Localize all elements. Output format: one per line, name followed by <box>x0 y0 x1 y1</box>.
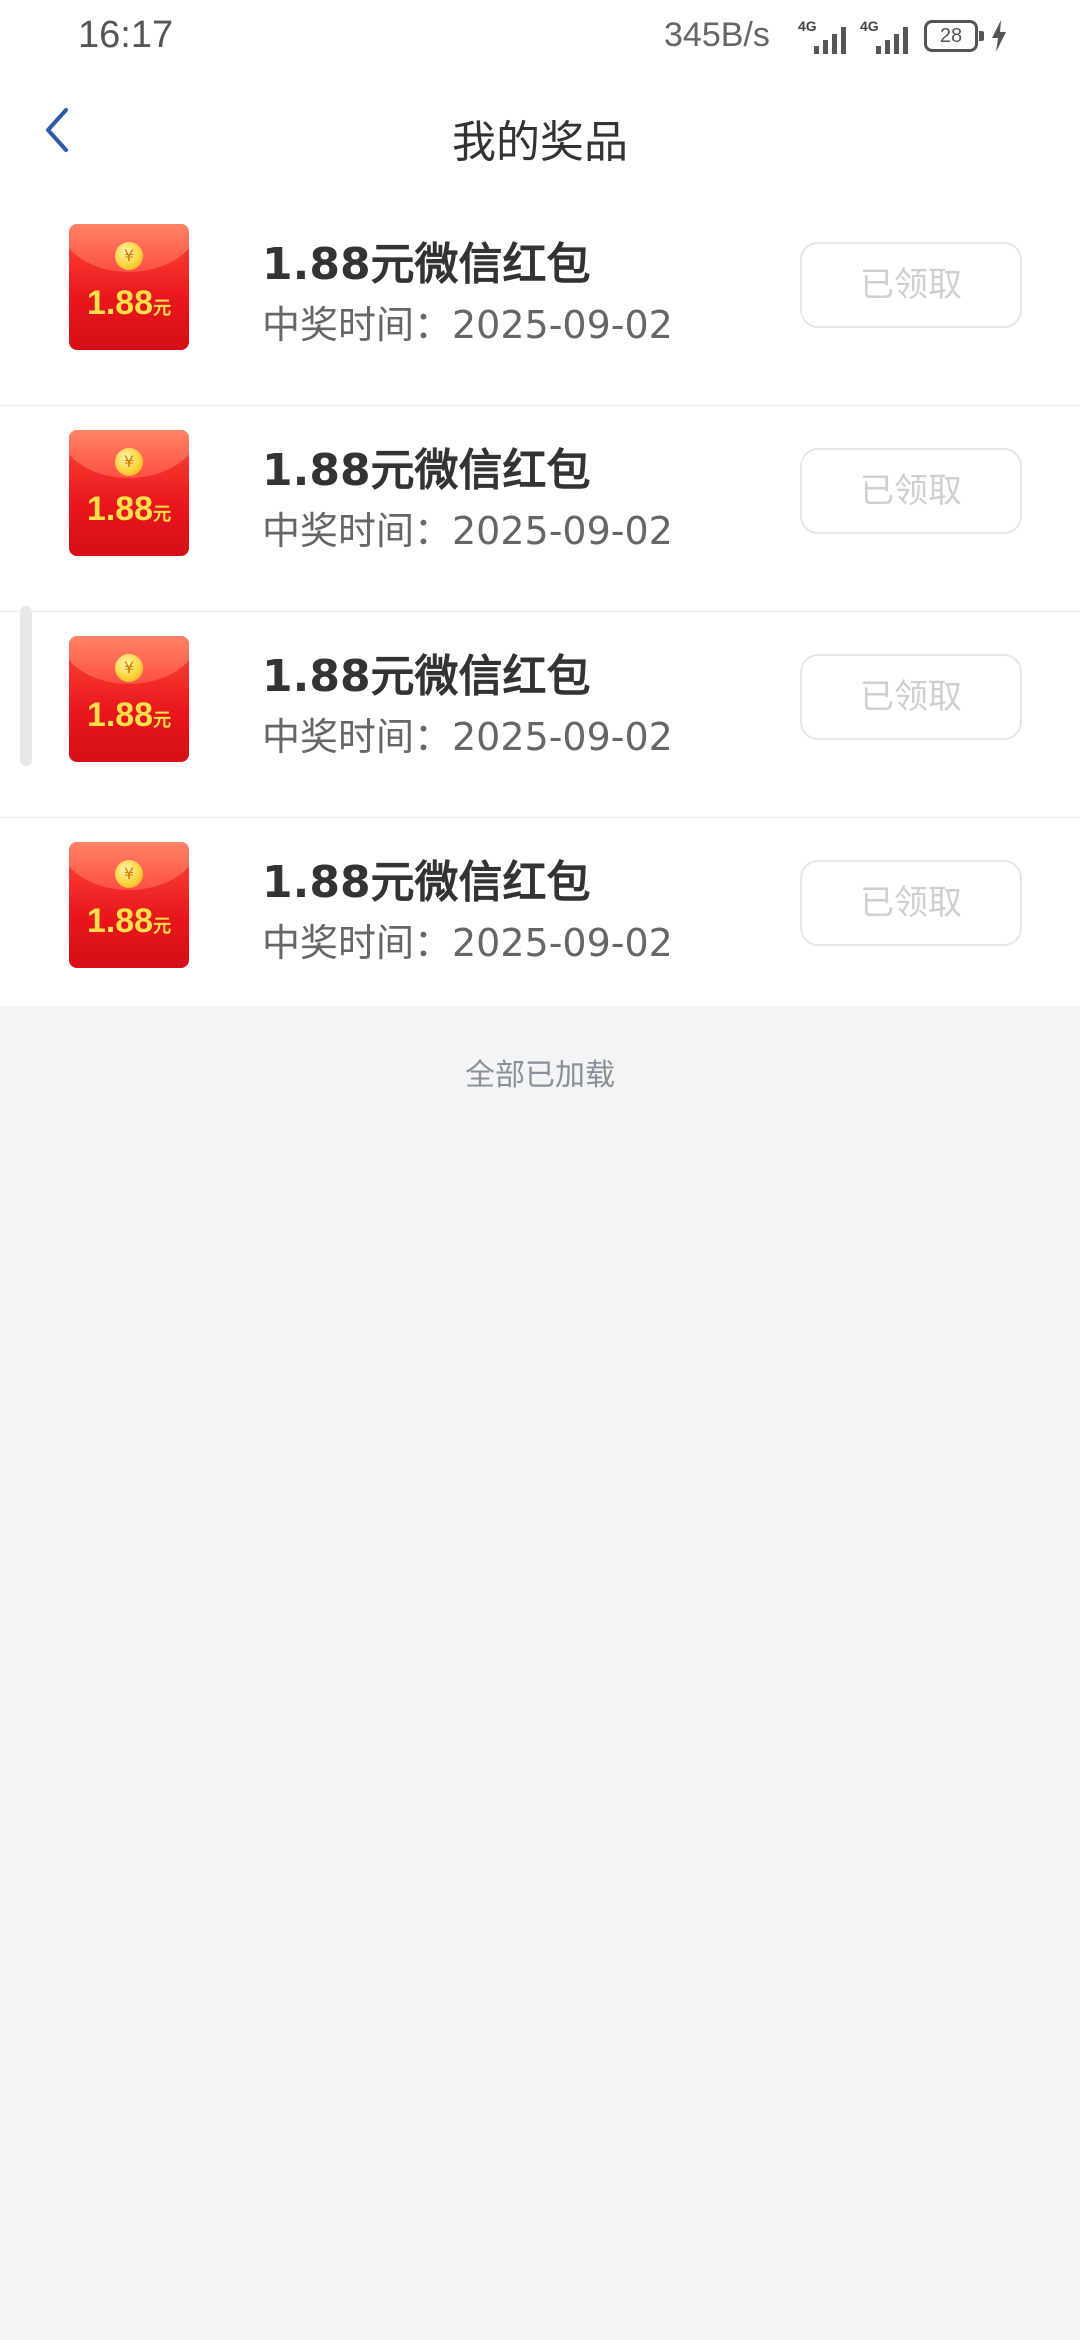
prize-item: ¥ 1.88元 1.88元微信红包 中奖时间：2025-09-02 已领取 <box>0 200 1080 406</box>
prize-item: ¥ 1.88元 1.88元微信红包 中奖时间：2025-09-02 已领取 <box>0 406 1080 612</box>
red-envelope-icon: ¥ 1.88元 <box>69 224 189 350</box>
claimed-button[interactable]: 已领取 <box>800 860 1022 946</box>
yuan-coin-icon: ¥ <box>115 448 143 476</box>
prize-date: 中奖时间：2025-09-02 <box>262 715 673 759</box>
scrollbar[interactable] <box>20 606 32 766</box>
envelope-amount: 1.88元 <box>86 284 172 322</box>
red-envelope-icon: ¥ 1.88元 <box>69 430 189 556</box>
prize-list: ¥ 1.88元 1.88元微信红包 中奖时间：2025-09-02 已领取 ¥ … <box>0 200 1080 1024</box>
status-icons: 4G 4G 28 <box>798 18 1018 58</box>
yuan-coin-icon: ¥ <box>115 654 143 682</box>
battery-level: 28 <box>939 25 963 47</box>
status-bar: 16:17 345B/s 4G 4G 28 <box>0 0 1080 76</box>
claimed-button[interactable]: 已领取 <box>800 654 1022 740</box>
red-envelope-icon: ¥ 1.88元 <box>69 636 189 762</box>
network-speed: 345B/s <box>664 16 770 54</box>
all-loaded-text: 全部已加载 <box>465 1058 615 1093</box>
prize-date: 中奖时间：2025-09-02 <box>262 303 673 347</box>
envelope-amount: 1.88元 <box>86 490 172 528</box>
claimed-button[interactable]: 已领取 <box>800 242 1022 328</box>
battery-icon: 28 <box>924 20 984 52</box>
signal-1-icon: 4G <box>798 18 848 54</box>
prize-title: 1.88元微信红包 <box>262 239 591 290</box>
signal-2-icon: 4G <box>860 18 910 54</box>
prize-title: 1.88元微信红包 <box>262 445 591 496</box>
nav-bar: 我的奖品 <box>0 80 1080 180</box>
prize-title: 1.88元微信红包 <box>262 857 591 908</box>
charging-bolt-icon <box>992 20 1006 52</box>
status-time: 16:17 <box>78 14 174 56</box>
page-title: 我的奖品 <box>452 117 628 168</box>
prize-item: ¥ 1.88元 1.88元微信红包 中奖时间：2025-09-02 已领取 <box>0 818 1080 1024</box>
envelope-amount: 1.88元 <box>86 902 172 940</box>
prize-date: 中奖时间：2025-09-02 <box>262 921 673 965</box>
envelope-amount: 1.88元 <box>86 696 172 734</box>
claimed-button[interactable]: 已领取 <box>800 448 1022 534</box>
yuan-coin-icon: ¥ <box>115 242 143 270</box>
prize-date: 中奖时间：2025-09-02 <box>262 509 673 553</box>
prize-title: 1.88元微信红包 <box>262 651 591 702</box>
yuan-coin-icon: ¥ <box>115 860 143 888</box>
red-envelope-icon: ¥ 1.88元 <box>69 842 189 968</box>
prize-item: ¥ 1.88元 1.88元微信红包 中奖时间：2025-09-02 已领取 <box>0 612 1080 818</box>
